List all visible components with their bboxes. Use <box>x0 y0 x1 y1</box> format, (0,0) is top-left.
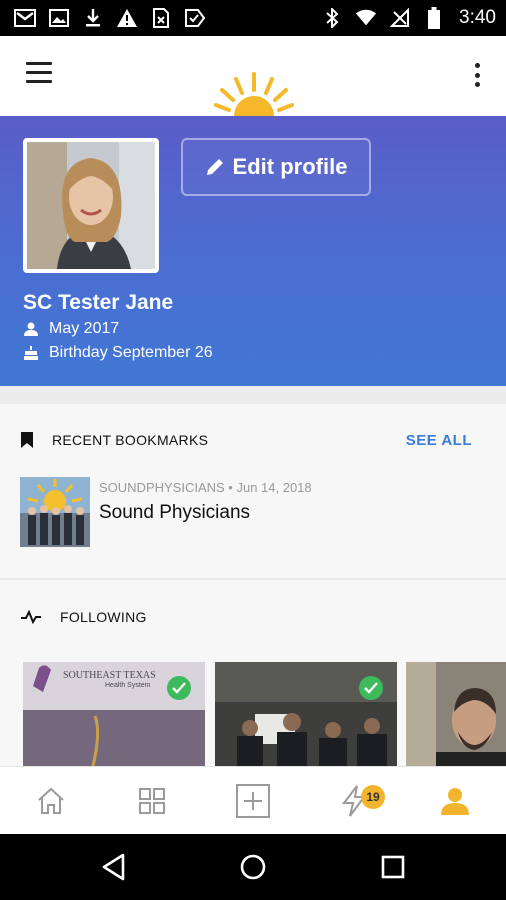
home-icon <box>37 787 64 814</box>
bookmark-item[interactable]: SOUNDPHYSICIANS • Jun 14, 2018 Sound Phy… <box>20 477 486 547</box>
person-icon <box>24 322 38 336</box>
pencil-icon <box>206 159 223 175</box>
bottom-navigation: 19 <box>0 766 506 834</box>
edit-profile-label: Edit profile <box>232 154 348 179</box>
profile-header: Edit profile SC Tester Jane May 2017 Bir… <box>0 116 506 386</box>
birthday-text: Birthday September 26 <box>49 344 213 361</box>
bookmark-title: Sound Physicians <box>99 502 251 523</box>
system-navigation-bar <box>0 834 506 900</box>
recents-button[interactable] <box>373 847 413 887</box>
bookmark-meta: SOUNDPHYSICIANS • Jun 14, 2018 <box>99 480 312 495</box>
bookmarks-heading-label: RECENT BOOKMARKS <box>52 432 209 448</box>
no-signal-icon <box>389 7 411 29</box>
nav-profile[interactable] <box>404 767 505 835</box>
bookmarks-heading: RECENT BOOKMARKS <box>20 431 208 449</box>
see-all-link[interactable]: SEE ALL <box>406 432 472 449</box>
birthday-row: Birthday September 26 <box>23 344 213 362</box>
gmail-icon <box>14 7 36 29</box>
card-subcaption: Health System <box>105 682 151 689</box>
circle-home-icon <box>240 854 266 880</box>
cake-icon <box>24 346 38 360</box>
overflow-menu-button[interactable] <box>470 60 484 90</box>
recent-bookmarks-section: RECENT BOOKMARKS SEE ALL SOUNDPHYSICIANS… <box>0 404 506 578</box>
section-gap <box>0 386 506 404</box>
sun-logo <box>214 72 294 116</box>
following-card[interactable]: SOUTHEAST TEXAS Health System <box>23 662 205 766</box>
app-header <box>0 36 506 116</box>
following-heading-label: FOLLOWING <box>60 609 147 625</box>
notification-badge: 19 <box>361 785 385 809</box>
back-button[interactable] <box>94 847 134 887</box>
profile-icon <box>440 788 469 815</box>
following-section: FOLLOWING SOUTHEAST TEXAS Health System <box>0 580 506 766</box>
add-icon <box>235 784 270 818</box>
following-card[interactable] <box>406 662 506 766</box>
following-card[interactable] <box>215 662 397 766</box>
home-button[interactable] <box>233 847 273 887</box>
recents-icon <box>381 855 405 879</box>
following-check-icon <box>359 676 383 700</box>
following-check-icon <box>167 676 191 700</box>
status-time: 3:40 <box>459 7 496 28</box>
card-caption: SOUTHEAST TEXAS <box>63 670 156 681</box>
nav-browse[interactable] <box>101 767 202 835</box>
image-icon <box>48 7 70 29</box>
grid-icon <box>138 788 165 814</box>
pulse-icon <box>21 610 41 624</box>
joined-date: May 2017 <box>49 320 120 337</box>
status-bar: 3:40 <box>0 0 506 36</box>
hamburger-menu-button[interactable] <box>22 62 56 90</box>
download-icon <box>82 7 104 29</box>
bookmark-icon <box>21 432 33 448</box>
warning-icon <box>116 7 138 29</box>
nav-activity[interactable]: 19 <box>303 767 404 835</box>
more-vert-icon <box>474 63 480 68</box>
avatar[interactable] <box>23 138 159 273</box>
battery-icon <box>423 7 445 29</box>
wifi-icon <box>355 7 377 29</box>
bookmark-thumbnail <box>20 477 90 547</box>
task-icon <box>184 7 206 29</box>
bluetooth-icon <box>321 7 343 29</box>
back-icon <box>102 853 125 881</box>
nav-home[interactable] <box>0 767 101 835</box>
nav-add[interactable] <box>202 767 303 835</box>
joined-row: May 2017 <box>23 320 119 338</box>
edit-profile-button[interactable]: Edit profile <box>181 138 371 196</box>
sim-icon <box>150 7 172 29</box>
following-heading: FOLLOWING <box>20 609 147 625</box>
profile-name: SC Tester Jane <box>23 291 174 314</box>
